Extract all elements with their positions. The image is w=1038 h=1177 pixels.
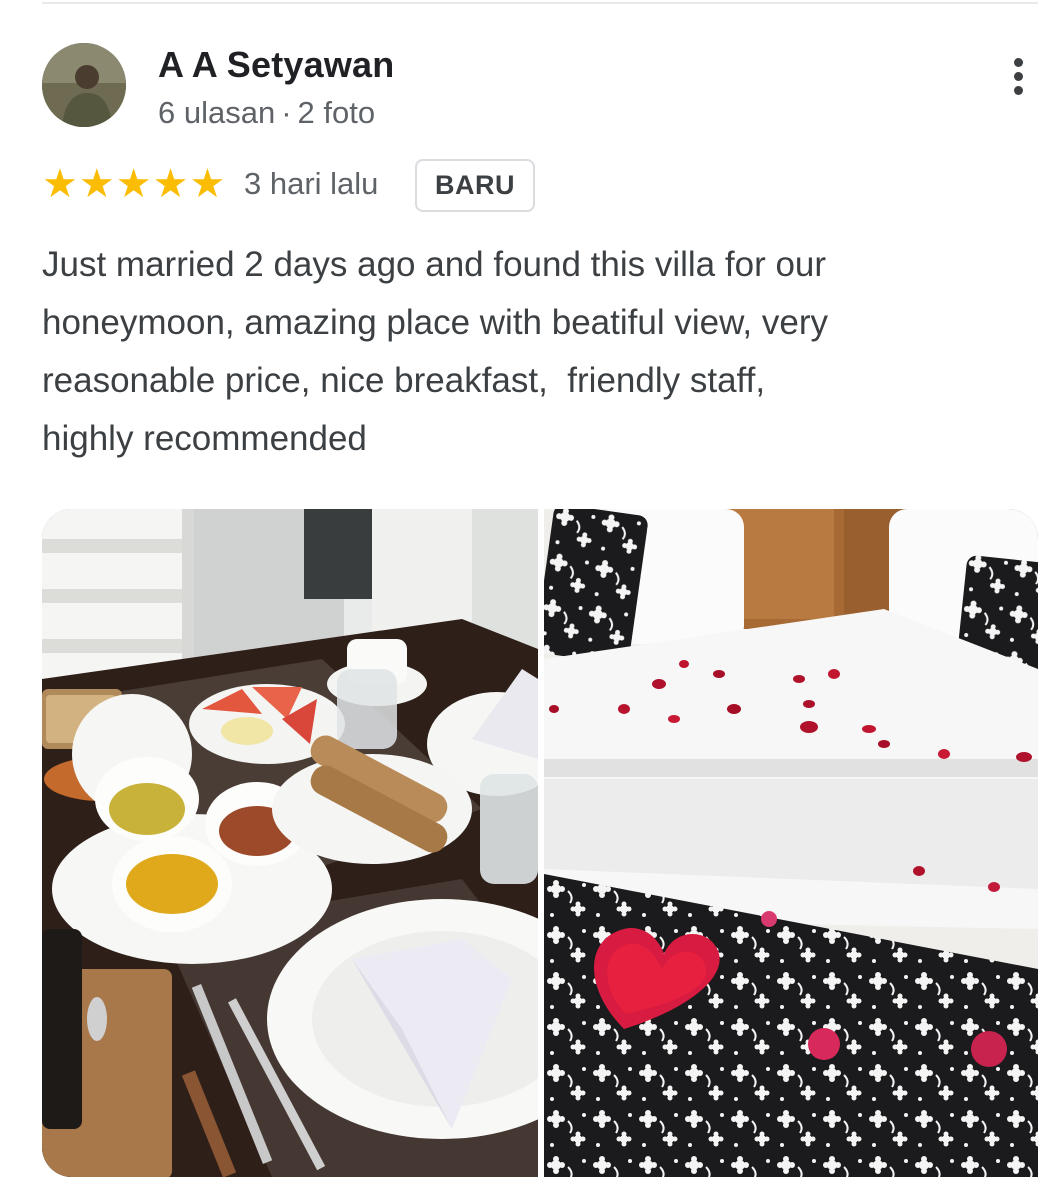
- star-icon: ★: [189, 162, 226, 206]
- reviewer-avatar[interactable]: [42, 43, 126, 127]
- more-vert-icon[interactable]: [1005, 58, 1031, 102]
- review-text: Just married 2 days ago and found this v…: [42, 245, 828, 458]
- new-badge: BARU: [415, 159, 535, 212]
- breakfast-image: [42, 509, 538, 1177]
- meta-separator: ·: [281, 95, 292, 130]
- star-icon: ★: [115, 162, 152, 206]
- photo-count: 2 foto: [297, 95, 376, 130]
- star-icon: ★: [42, 162, 78, 206]
- bed-image: [544, 509, 1038, 1177]
- top-divider: [42, 2, 1038, 4]
- avatar-image: [42, 43, 126, 127]
- reviewer-meta: 6 ulasan · 2 foto: [158, 95, 375, 131]
- review-count: 6 ulasan: [158, 95, 276, 130]
- star-icon: ★: [78, 162, 115, 206]
- review-photo-bed[interactable]: [544, 509, 1038, 1177]
- review-time: 3 hari lalu: [244, 166, 379, 201]
- star-icon: ★: [152, 162, 189, 206]
- reviewer-name[interactable]: A A Setyawan: [158, 44, 394, 86]
- star-rating: ★ ★ ★ ★ ★: [42, 163, 225, 205]
- review-photo-breakfast[interactable]: [42, 509, 538, 1177]
